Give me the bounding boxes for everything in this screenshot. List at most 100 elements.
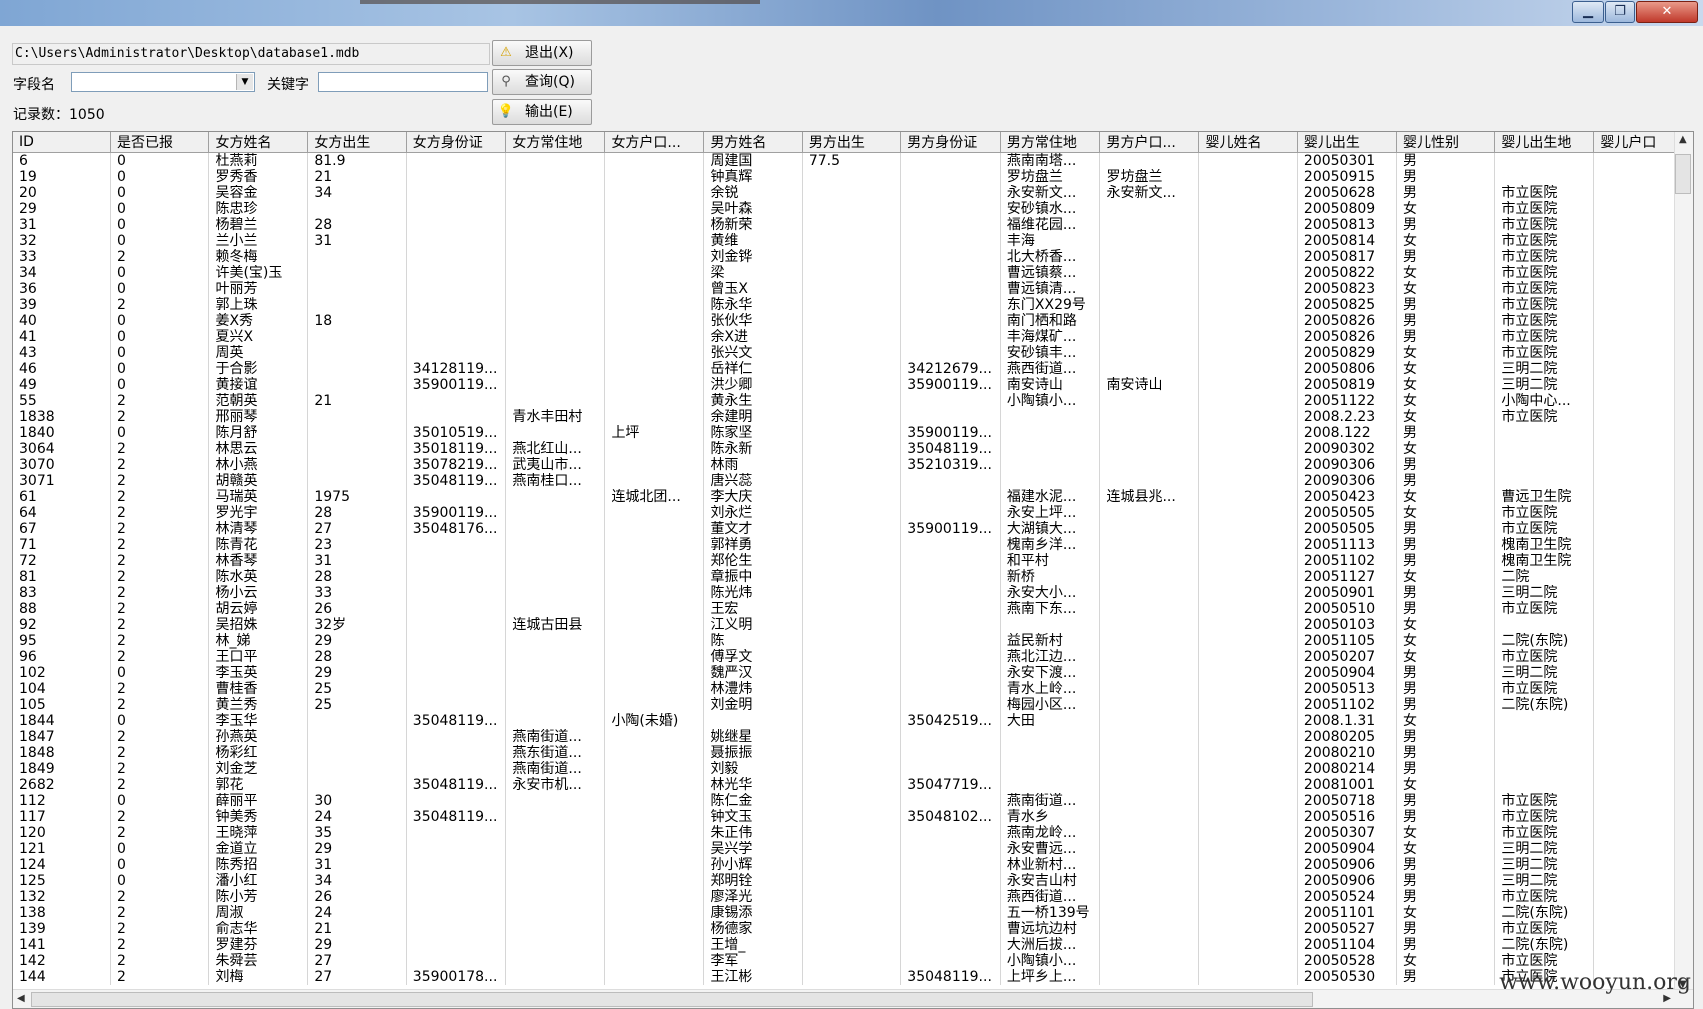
table-cell[interactable]: 廖泽光 [703,889,803,905]
table-cell[interactable]: 2 [110,601,210,617]
table-cell[interactable]: 20050103 [1297,617,1397,633]
table-cell[interactable] [900,489,1001,505]
table-cell[interactable] [505,281,606,297]
column-header[interactable]: 男方姓名 [703,132,803,153]
table-cell[interactable] [1099,505,1200,521]
table-cell[interactable]: 燕南龙岭... [1000,825,1101,841]
table-cell[interactable] [1099,473,1200,489]
table-cell[interactable]: 35048176... [406,521,507,537]
table-cell[interactable]: 20050628 [1297,185,1397,201]
table-cell[interactable]: 小陶中心... [1494,393,1595,409]
column-header[interactable]: 是否已报 [110,132,210,153]
table-cell[interactable]: 女 [1396,569,1496,585]
table-cell[interactable] [1494,425,1595,441]
column-header[interactable]: 女方户口... [604,132,705,153]
table-cell[interactable]: 2 [110,825,210,841]
table-cell[interactable] [802,425,902,441]
table-cell[interactable]: 青水丰田村 [505,409,606,425]
table-cell[interactable]: 28 [307,569,407,585]
table-cell[interactable]: 槐南卫生院 [1494,553,1595,569]
table-cell[interactable] [406,617,507,633]
table-cell[interactable] [1099,297,1200,313]
table-cell[interactable]: 35047719... [900,777,1001,793]
table-cell[interactable]: 林小燕 [208,457,309,473]
table-cell[interactable] [1494,761,1595,777]
table-row[interactable]: 71 2 陈青花 23 郭祥勇 槐南乡洋... 20051113 男槐南卫生院 [13,537,1693,553]
table-cell[interactable] [604,233,705,249]
table-cell[interactable]: 丰海煤矿... [1000,329,1101,345]
table-cell[interactable]: 三明二院 [1494,857,1595,873]
table-cell[interactable]: 72 [13,553,112,569]
table-row[interactable]: 39 2 郭上珠 陈永华 东门XX29号 20050825 男市立医院 [13,297,1693,313]
table-cell[interactable] [505,937,606,953]
table-cell[interactable]: 钟美秀 [208,809,309,825]
table-cell[interactable] [1198,729,1298,745]
table-cell[interactable] [1099,281,1200,297]
table-cell[interactable] [307,409,407,425]
table-cell[interactable] [900,233,1001,249]
table-cell[interactable]: 王晓萍 [208,825,309,841]
table-cell[interactable]: 许美(宝)玉 [208,265,309,281]
table-cell[interactable]: 20050823 [1297,281,1397,297]
table-cell[interactable] [802,281,902,297]
table-cell[interactable] [900,329,1001,345]
table-cell[interactable]: 2 [110,585,210,601]
table-cell[interactable] [1198,601,1298,617]
table-cell[interactable]: 77.5 [802,152,902,169]
table-cell[interactable] [802,633,902,649]
table-cell[interactable]: 丰海 [1000,233,1101,249]
table-cell[interactable] [1099,265,1200,281]
table-cell[interactable]: 26 [307,601,407,617]
table-cell[interactable] [406,649,507,665]
table-cell[interactable]: 福维花园... [1000,217,1101,233]
table-cell[interactable]: 罗光宇 [208,505,309,521]
horizontal-scrollbar[interactable]: ◀ ▶ [13,989,1693,1008]
table-cell[interactable]: 连城北团... [604,489,705,505]
table-cell[interactable]: 小陶(未婚) [604,713,705,729]
table-cell[interactable] [406,569,507,585]
table-cell[interactable] [406,152,507,169]
table-cell[interactable]: 姚继星 [703,729,803,745]
table-cell[interactable] [900,537,1001,553]
table-cell[interactable]: 20050301 [1297,152,1397,169]
table-cell[interactable] [406,249,507,265]
table-cell[interactable]: 林清琴 [208,521,309,537]
table-cell[interactable] [505,521,606,537]
table-cell[interactable] [307,265,407,281]
table-cell[interactable]: 林光华 [703,777,803,793]
table-cell[interactable]: 2 [110,953,210,969]
table-cell[interactable] [802,537,902,553]
table-cell[interactable] [604,152,705,169]
table-cell[interactable]: 27 [307,953,407,969]
table-cell[interactable]: 康锡添 [703,905,803,921]
table-cell[interactable]: 林香琴 [208,553,309,569]
table-cell[interactable] [604,521,705,537]
table-cell[interactable]: 0 [110,841,210,857]
table-cell[interactable] [802,729,902,745]
table-cell[interactable]: 燕南桂口... [505,473,606,489]
table-cell[interactable] [604,969,705,985]
table-row[interactable]: 120 2 王晓萍 35 朱正伟 燕南龙岭... 20050307 女市立医院 [13,825,1693,841]
table-cell[interactable] [406,857,507,873]
table-cell[interactable] [1198,505,1298,521]
table-cell[interactable] [1099,249,1200,265]
table-cell[interactable]: 市立医院 [1494,601,1595,617]
table-row[interactable]: 1847 2 孙燕英 燕南街道... 姚继星 20080205 男 [13,729,1693,745]
table-cell[interactable] [802,393,902,409]
table-cell[interactable]: 男 [1396,521,1496,537]
table-cell[interactable]: 2 [110,569,210,585]
table-cell[interactable]: 女 [1396,265,1496,281]
column-header[interactable]: 女方常住地 [505,132,606,153]
table-cell[interactable] [900,313,1001,329]
table-cell[interactable]: 20050505 [1297,505,1397,521]
table-cell[interactable] [406,793,507,809]
table-cell[interactable] [1099,201,1200,217]
table-cell[interactable] [604,841,705,857]
table-cell[interactable] [1198,313,1298,329]
table-cell[interactable] [1198,649,1298,665]
table-cell[interactable] [604,553,705,569]
table-cell[interactable]: 朱舜芸 [208,953,309,969]
table-cell[interactable]: 0 [110,361,210,377]
table-cell[interactable]: 燕西街道... [1000,361,1101,377]
table-cell[interactable] [802,409,902,425]
